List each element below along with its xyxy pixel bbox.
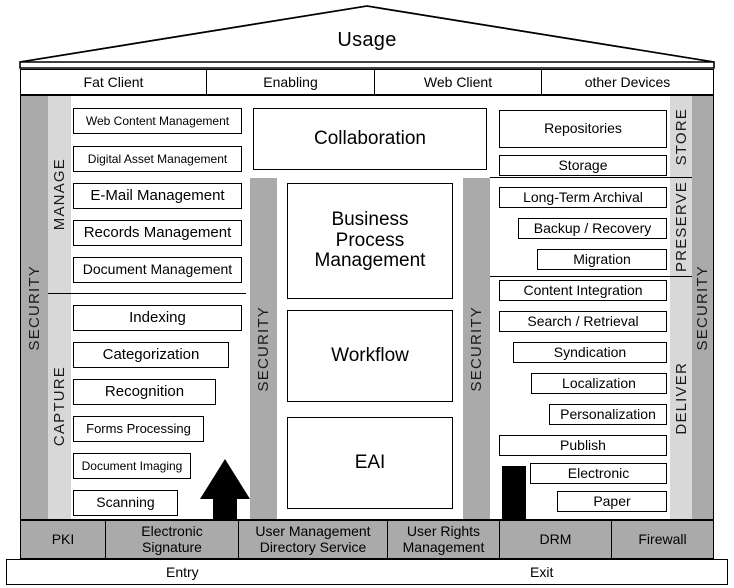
box-personalization[interactable]: Personalization (549, 404, 667, 425)
box-categorization[interactable]: Categorization (73, 342, 229, 368)
security-band-middle-left: SECURITY (250, 178, 277, 519)
box-recognition[interactable]: Recognition (73, 379, 216, 405)
security-band-right: SECURITY (692, 96, 713, 519)
roof-title: Usage (337, 29, 397, 51)
ecm-architecture-diagram: Usage Fat Client Enabling Web Client oth… (0, 0, 734, 588)
box-business-process-management[interactable]: Business Process Management (287, 183, 453, 299)
service-firewall-label: Firewall (638, 530, 687, 547)
zone-band-capture: CAPTURE (48, 294, 71, 519)
usage-cell-fat-client[interactable]: Fat Client (21, 70, 207, 94)
service-cell-drm[interactable]: DRM (500, 521, 612, 558)
box-forms-processing[interactable]: Forms Processing (73, 416, 204, 442)
service-electronic-signature-line-1: Electronic (141, 522, 203, 539)
service-user-management-line-1: User Management (255, 522, 371, 539)
service-cell-firewall[interactable]: Firewall (612, 521, 713, 558)
zone-band-manage: MANAGE (48, 96, 71, 293)
box-backup-recovery[interactable]: Backup / Recovery (518, 218, 667, 239)
box-web-content-management[interactable]: Web Content Management (73, 108, 242, 134)
zone-band-manage-label: MANAGE (51, 158, 68, 231)
security-band-middle-left-label: SECURITY (255, 305, 272, 392)
box-document-imaging[interactable]: Document Imaging (73, 453, 191, 479)
zone-band-deliver: DELIVER (670, 277, 692, 519)
service-electronic-signature-line-2: Signature (142, 538, 202, 555)
usage-cell-other-devices[interactable]: other Devices (542, 70, 713, 94)
service-user-rights-line-1: User Rights (406, 522, 481, 539)
box-migration[interactable]: Migration (537, 249, 667, 270)
service-cell-pki[interactable]: PKI (21, 521, 106, 558)
service-user-rights-line-2: Management (402, 538, 485, 555)
box-eai[interactable]: EAI (287, 417, 453, 509)
box-document-management[interactable]: Document Management (73, 257, 242, 283)
box-content-integration[interactable]: Content Integration (499, 280, 667, 301)
box-localization[interactable]: Localization (531, 373, 667, 394)
box-scanning[interactable]: Scanning (73, 490, 178, 516)
security-band-right-label: SECURITY (694, 264, 711, 351)
security-band-left: SECURITY (21, 96, 48, 519)
box-email-management[interactable]: E-Mail Management (73, 183, 242, 209)
service-cell-user-management-directory-service[interactable]: User Management Directory Service (239, 521, 388, 558)
zone-band-store-label: STORE (672, 107, 690, 166)
usage-cell-enabling[interactable]: Enabling (207, 70, 375, 94)
service-cell-electronic-signature[interactable]: Electronic Signature (106, 521, 239, 558)
security-band-left-label: SECURITY (26, 264, 43, 351)
box-long-term-archival[interactable]: Long-Term Archival (499, 187, 667, 208)
service-user-management-line-2: Directory Service (259, 538, 367, 555)
box-storage[interactable]: Storage (499, 155, 667, 176)
divider-manage-capture (48, 293, 246, 294)
entry-exit-bar (6, 559, 728, 585)
security-services-bar: PKI Electronic Signature User Management… (20, 520, 714, 559)
entry-label: Entry (166, 564, 199, 580)
service-cell-user-rights-management[interactable]: User Rights Management (388, 521, 500, 558)
security-band-middle-right-label: SECURITY (468, 305, 485, 392)
service-pki-label: PKI (51, 530, 75, 547)
box-search-retrieval[interactable]: Search / Retrieval (499, 311, 667, 332)
divider-store-preserve (490, 177, 692, 178)
divider-preserve-deliver (490, 276, 692, 277)
box-indexing[interactable]: Indexing (73, 305, 242, 331)
box-collaboration[interactable]: Collaboration (253, 108, 487, 170)
box-electronic[interactable]: Electronic (530, 463, 667, 484)
box-repositories[interactable]: Repositories (499, 110, 667, 148)
zone-band-capture-label: CAPTURE (51, 366, 68, 447)
exit-label: Exit (530, 564, 554, 580)
box-paper[interactable]: Paper (557, 491, 667, 512)
bpm-line-1: Business (331, 209, 409, 231)
usage-client-bar: Fat Client Enabling Web Client other Dev… (20, 69, 714, 95)
zone-band-preserve: PRESERVE (670, 178, 692, 276)
zone-band-preserve-label: PRESERVE (672, 181, 690, 273)
bpm-line-2: Process (335, 229, 405, 251)
service-drm-label: DRM (539, 530, 572, 547)
usage-cell-web-client[interactable]: Web Client (375, 70, 542, 94)
box-publish[interactable]: Publish (499, 435, 667, 456)
zone-band-deliver-label: DELIVER (672, 361, 690, 435)
box-digital-asset-management[interactable]: Digital Asset Management (73, 146, 242, 172)
bpm-line-3: Management (314, 250, 426, 272)
box-syndication[interactable]: Syndication (513, 342, 667, 363)
zone-band-store: STORE (670, 96, 692, 177)
box-records-management[interactable]: Records Management (73, 220, 242, 246)
box-workflow[interactable]: Workflow (287, 310, 453, 402)
